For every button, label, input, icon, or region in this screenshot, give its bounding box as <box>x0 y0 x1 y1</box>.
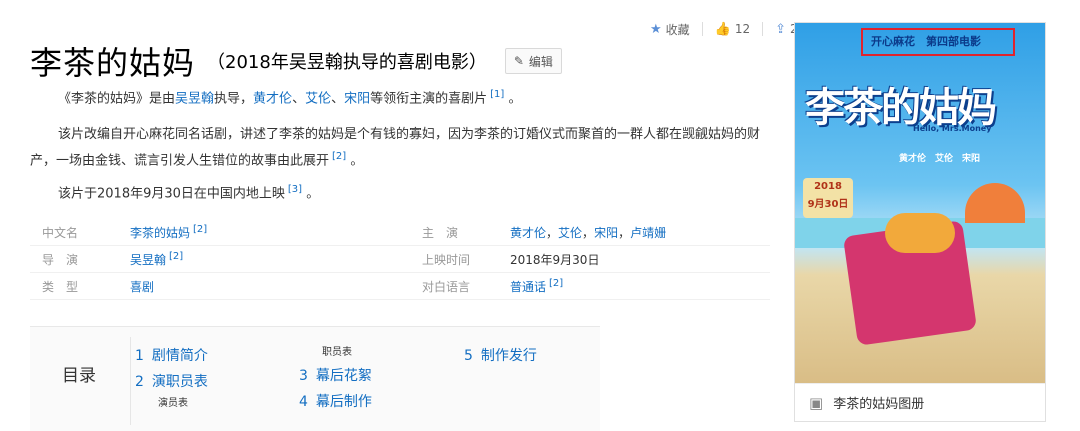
info-key: 上映时间 <box>422 252 471 267</box>
cast-link-1[interactable]: 黄才伦 <box>253 91 292 106</box>
toc-item-production[interactable]: 4 幕后制作 <box>299 391 372 411</box>
toc-subitem-crew[interactable]: 职员表 <box>322 343 352 358</box>
info-table: 中文名 李茶的姑妈 [2] 主 演 黄才伦，艾伦，宋阳，卢靖姗 导 演 吴昱翰 [2… <box>30 219 770 300</box>
edit-label: 编辑 <box>528 54 553 69</box>
chinese-name-link[interactable]: 李茶的姑妈 <box>130 226 190 240</box>
share-icon: ⇪ <box>775 21 787 37</box>
image-gallery-icon: ▣ <box>809 393 824 412</box>
poster-clothes <box>885 213 955 253</box>
info-key: 对白语言 <box>422 279 471 294</box>
director-link[interactable]: 吴昱翰 <box>175 91 214 106</box>
pencil-icon: ✎ <box>513 54 524 68</box>
info-key: 类 型 <box>42 279 79 294</box>
language-link[interactable]: 普通话 <box>510 280 546 294</box>
movie-poster[interactable]: 开心麻花 第四部电影 李茶的姑妈 Hello, Mrs.Money 黄才伦 艾伦… <box>795 23 1045 383</box>
info-value: 2018年9月30日 <box>510 252 600 267</box>
info-row: 中文名 李茶的姑妈 [2] 主 演 黄才伦，艾伦，宋阳，卢靖姗 <box>30 219 770 246</box>
info-value: 喜剧 <box>130 278 410 295</box>
reference-link[interactable]: [2] <box>332 151 346 162</box>
divider <box>701 22 703 36</box>
star-icon: ★ <box>650 21 662 37</box>
poster-umbrella <box>965 183 1025 223</box>
page-title: 李茶的姑妈 <box>30 44 196 82</box>
text: ， <box>618 225 631 240</box>
toc-item-plot[interactable]: 1 剧情简介 <box>135 345 208 365</box>
text: 。 <box>350 153 364 169</box>
toc-item-label: 幕后制作 <box>315 394 372 410</box>
poster-english-title: Hello, Mrs.Money <box>913 124 992 133</box>
toc-item-label: 制作发行 <box>480 348 537 364</box>
poster-cast: 黄才伦 艾伦 宋阳 <box>899 154 981 164</box>
toc-subitem-cast[interactable]: 演员表 <box>158 394 188 409</box>
divider <box>762 22 764 36</box>
text: 、 <box>292 91 306 107</box>
toc-item-label: 演职员表 <box>151 374 208 390</box>
toc-number: 5 <box>464 348 473 364</box>
text: 。 <box>508 91 522 107</box>
text: 等领衔主演的喜剧片 <box>370 91 488 107</box>
cast-link[interactable]: 宋阳 <box>594 226 618 240</box>
toc-item-cast-crew[interactable]: 2 演职员表 <box>135 371 208 391</box>
toc-number: 1 <box>135 348 144 364</box>
info-value: 普通话 [2] <box>510 278 563 295</box>
text: 《李茶的姑妈》是由 <box>58 91 176 107</box>
toc-item-release[interactable]: 5 制作发行 <box>464 345 537 365</box>
toc-number: 2 <box>135 374 144 390</box>
toc-number: 4 <box>299 394 308 410</box>
toc-label: 目录 <box>62 366 96 386</box>
text: 、 <box>331 91 345 107</box>
info-value: 李茶的姑妈 [2] <box>130 224 410 241</box>
poster-badge: 开心麻花 第四部电影 <box>871 35 981 48</box>
toc-number: 3 <box>299 368 308 384</box>
info-value: 黄才伦，艾伦，宋阳，卢靖姗 <box>510 224 666 241</box>
title-row: 李茶的姑妈 （2018年吴昱翰执导的喜剧电影） ✎ 编辑 <box>30 38 562 84</box>
like-count: 12 <box>734 22 751 36</box>
cast-link[interactable]: 黄才伦 <box>510 226 546 240</box>
like-button[interactable]: 👍 12 <box>715 22 750 37</box>
intro-paragraph-1: 《李茶的姑妈》是由吴昱翰执导，黄才伦、艾伦、宋阳等领衔主演的喜剧片 [1] 。 <box>30 84 770 110</box>
reference-link[interactable]: [3] <box>288 184 302 195</box>
poster-date-day: 9月30日 <box>807 199 849 210</box>
poster-date: 2018 9月30日 <box>803 178 853 218</box>
poster-date-year: 2018 <box>814 181 842 192</box>
text: ， <box>582 225 595 240</box>
info-key: 中文名 <box>42 225 79 240</box>
text: 。 <box>306 186 320 202</box>
reference-link[interactable]: [1] <box>490 89 504 100</box>
info-value: 吴昱翰 [2] <box>130 251 410 268</box>
album-link[interactable]: ▣ 李茶的姑妈图册 <box>795 383 1045 421</box>
album-label: 李茶的姑妈图册 <box>833 397 925 412</box>
text: 该片改编自开心麻花同名话剧，讲述了李茶的姑妈是个有钱的寡妇，因为李茶的订婚仪式而… <box>30 127 761 169</box>
favorite-button[interactable]: ★ 收藏 <box>650 21 690 38</box>
cast-link[interactable]: 卢靖姗 <box>630 226 666 240</box>
text: ， <box>546 225 559 240</box>
page-subtitle: （2018年吴昱翰执导的喜剧电影） <box>207 52 487 73</box>
intro-paragraph-3: 该片于2018年9月30日在中国内地上映 [3] 。 <box>30 179 770 205</box>
cast-link[interactable]: 艾伦 <box>558 226 582 240</box>
cast-link-3[interactable]: 宋阳 <box>344 91 370 106</box>
cast-link-2[interactable]: 艾伦 <box>305 91 331 106</box>
info-row: 导 演 吴昱翰 [2] 上映时间 2018年9月30日 <box>30 246 770 273</box>
genre-link[interactable]: 喜剧 <box>130 280 154 294</box>
toc-item-behind-scenes[interactable]: 3 幕后花絮 <box>299 365 372 385</box>
info-key: 主 演 <box>422 225 459 240</box>
reference-link[interactable]: [2] <box>549 278 563 289</box>
director-link[interactable]: 吴昱翰 <box>130 253 166 267</box>
info-row: 类 型 喜剧 对白语言 普通话 [2] <box>30 273 770 300</box>
edit-button[interactable]: ✎ 编辑 <box>504 48 562 74</box>
text: 该片于2018年9月30日在中国内地上映 <box>58 186 285 202</box>
intro-paragraph-2: 该片改编自开心麻花同名话剧，讲述了李茶的姑妈是个有钱的寡妇，因为李茶的订婚仪式而… <box>30 124 770 172</box>
text: 执导， <box>214 91 254 107</box>
thumbs-up-icon: 👍 <box>714 21 731 37</box>
toc-item-label: 剧情简介 <box>151 348 208 364</box>
favorite-label: 收藏 <box>665 22 690 37</box>
info-key: 导 演 <box>42 252 79 267</box>
toc-item-label: 幕后花絮 <box>315 368 372 384</box>
action-bar: ★ 收藏 👍 12 ⇪ 2 <box>650 20 798 38</box>
poster-card[interactable]: 开心麻花 第四部电影 李茶的姑妈 Hello, Mrs.Money 黄才伦 艾伦… <box>794 22 1046 422</box>
reference-link[interactable]: [2] <box>193 224 207 235</box>
divider <box>130 337 131 425</box>
reference-link[interactable]: [2] <box>169 251 183 262</box>
table-of-contents: 目录 1 剧情简介 2 演职员表 演员表 职员表 3 幕后花絮 4 幕后制作 5 制作发行 <box>30 326 600 431</box>
